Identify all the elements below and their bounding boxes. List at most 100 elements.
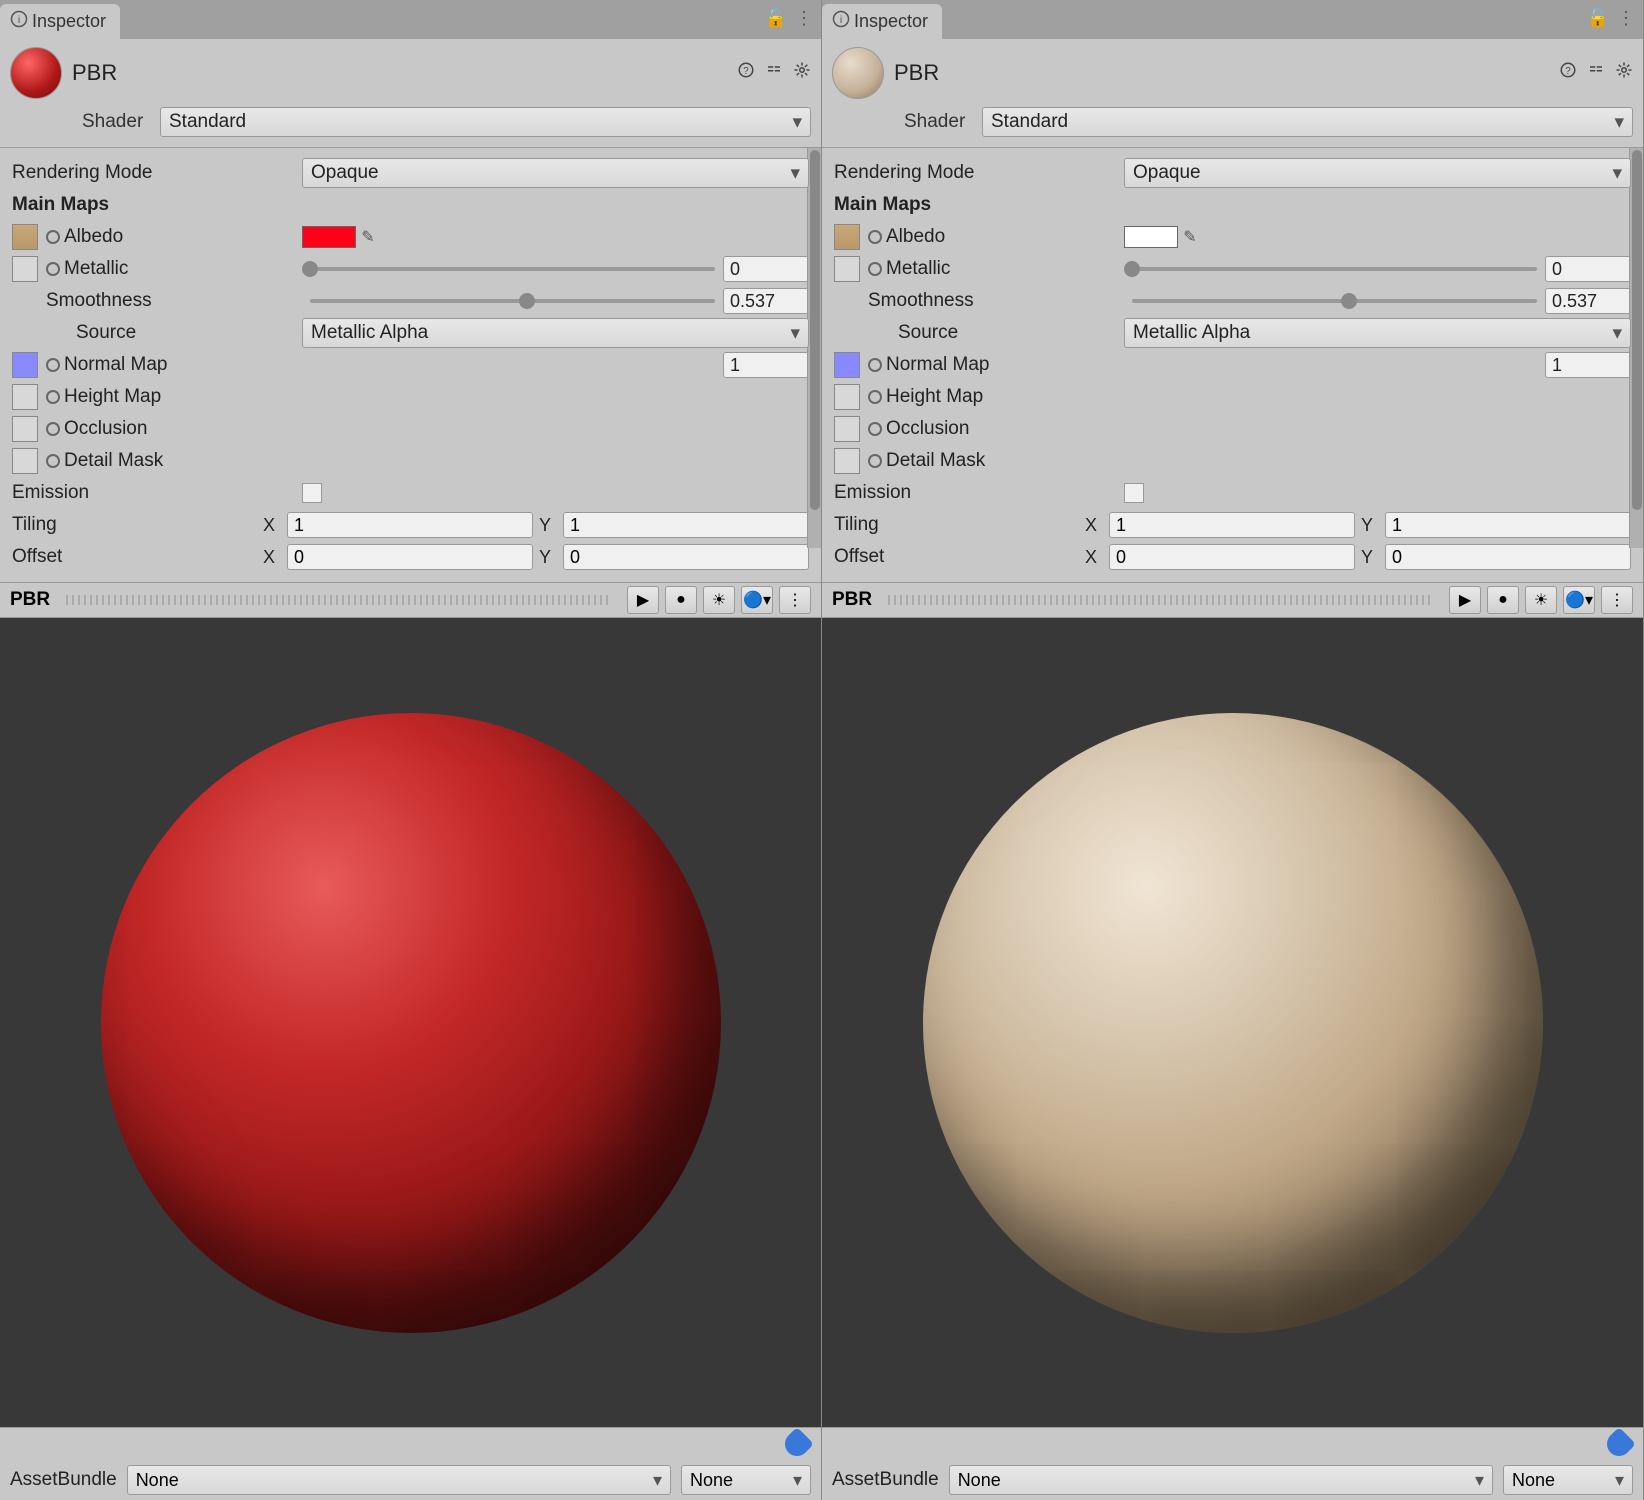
texture-picker-icon[interactable]	[46, 262, 60, 276]
height-texture-slot[interactable]	[12, 384, 38, 410]
detail-mask-texture-slot[interactable]	[12, 448, 38, 474]
texture-picker-icon[interactable]	[868, 454, 882, 468]
detail-mask-texture-slot[interactable]	[834, 448, 860, 474]
gear-icon[interactable]	[793, 61, 811, 85]
material-thumbnail[interactable]	[832, 47, 884, 99]
texture-picker-icon[interactable]	[868, 358, 882, 372]
normal-texture-slot[interactable]	[834, 352, 860, 378]
assetbundle-variant-dropdown[interactable]: None	[1503, 1465, 1633, 1495]
preview-header: PBR ▶ ● ☀ 🔵▾ ⋮	[0, 582, 821, 618]
rendering-mode-dropdown[interactable]: Opaque	[302, 158, 809, 188]
shape-button[interactable]: ●	[665, 586, 697, 614]
texture-picker-icon[interactable]	[46, 358, 60, 372]
texture-picker-icon[interactable]	[868, 422, 882, 436]
smoothness-input[interactable]	[723, 288, 809, 314]
metallic-texture-slot[interactable]	[12, 256, 38, 282]
tiling-x-input[interactable]	[1109, 512, 1355, 538]
preset-icon[interactable]	[1587, 61, 1605, 85]
info-icon: i	[10, 10, 28, 33]
occlusion-texture-slot[interactable]	[12, 416, 38, 442]
help-icon[interactable]: ?	[737, 61, 755, 85]
main-maps-header: Main Maps	[12, 194, 302, 216]
occlusion-texture-slot[interactable]	[834, 416, 860, 442]
metallic-input[interactable]	[1545, 256, 1631, 282]
normal-input[interactable]	[723, 352, 809, 378]
menu-icon[interactable]: ⋮	[795, 8, 813, 29]
metallic-label: Metallic	[64, 258, 128, 280]
play-button[interactable]: ▶	[1449, 586, 1481, 614]
menu-icon[interactable]: ⋮	[1617, 8, 1635, 29]
inspector-tab[interactable]: i Inspector	[822, 4, 942, 39]
texture-picker-icon[interactable]	[46, 230, 60, 244]
shape-button[interactable]: ●	[1487, 586, 1519, 614]
shader-dropdown[interactable]: Standard	[982, 107, 1633, 137]
tiling-y-input[interactable]	[1385, 512, 1631, 538]
texture-picker-icon[interactable]	[868, 262, 882, 276]
albedo-color-swatch[interactable]	[1124, 226, 1178, 248]
height-map-label: Height Map	[64, 386, 161, 408]
eyedropper-icon[interactable]: ✎	[356, 225, 380, 249]
texture-picker-icon[interactable]	[46, 454, 60, 468]
height-texture-slot[interactable]	[834, 384, 860, 410]
eyedropper-icon[interactable]: ✎	[1178, 225, 1202, 249]
normal-input[interactable]	[1545, 352, 1631, 378]
asset-label-icon[interactable]	[1602, 1427, 1636, 1461]
scrollbar[interactable]	[807, 148, 821, 548]
smoothness-input[interactable]	[1545, 288, 1631, 314]
tiling-x-input[interactable]	[287, 512, 533, 538]
y-label: Y	[1361, 547, 1379, 568]
scrollbar[interactable]	[1629, 148, 1643, 548]
source-dropdown[interactable]: Metallic Alpha	[1124, 318, 1631, 348]
preview-menu-button[interactable]: ⋮	[779, 586, 811, 614]
asset-label-icon[interactable]	[780, 1427, 814, 1461]
metallic-texture-slot[interactable]	[834, 256, 860, 282]
preview-menu-button[interactable]: ⋮	[1601, 586, 1633, 614]
normal-texture-slot[interactable]	[12, 352, 38, 378]
albedo-label: Albedo	[64, 226, 123, 248]
lock-icon[interactable]: 🔓	[1587, 8, 1609, 29]
reflection-button[interactable]: 🔵▾	[741, 586, 773, 614]
emission-checkbox[interactable]	[302, 483, 322, 503]
metallic-slider[interactable]	[310, 267, 715, 271]
preset-icon[interactable]	[765, 61, 783, 85]
shader-row: Shader Standard	[822, 103, 1643, 148]
lighting-button[interactable]: ☀	[1525, 586, 1557, 614]
offset-x-input[interactable]	[1109, 544, 1355, 570]
occlusion-label: Occlusion	[64, 418, 147, 440]
gear-icon[interactable]	[1615, 61, 1633, 85]
emission-checkbox[interactable]	[1124, 483, 1144, 503]
lock-icon[interactable]: 🔓	[765, 8, 787, 29]
albedo-texture-slot[interactable]	[12, 224, 38, 250]
material-thumbnail[interactable]	[10, 47, 62, 99]
shader-dropdown[interactable]: Standard	[160, 107, 811, 137]
assetbundle-dropdown[interactable]: None	[127, 1465, 671, 1495]
reflection-button[interactable]: 🔵▾	[1563, 586, 1595, 614]
offset-x-input[interactable]	[287, 544, 533, 570]
smoothness-slider[interactable]	[310, 299, 715, 303]
drag-handle[interactable]	[888, 595, 1433, 605]
smoothness-slider[interactable]	[1132, 299, 1537, 303]
metallic-input[interactable]	[723, 256, 809, 282]
source-dropdown[interactable]: Metallic Alpha	[302, 318, 809, 348]
rendering-mode-dropdown[interactable]: Opaque	[1124, 158, 1631, 188]
drag-handle[interactable]	[66, 595, 611, 605]
material-preview[interactable]	[0, 618, 821, 1427]
assetbundle-variant-dropdown[interactable]: None	[681, 1465, 811, 1495]
play-button[interactable]: ▶	[627, 586, 659, 614]
inspector-tab[interactable]: i Inspector	[0, 4, 120, 39]
texture-picker-icon[interactable]	[868, 230, 882, 244]
lighting-button[interactable]: ☀	[703, 586, 735, 614]
metallic-slider[interactable]	[1132, 267, 1537, 271]
assetbundle-dropdown[interactable]: None	[949, 1465, 1493, 1495]
texture-picker-icon[interactable]	[46, 422, 60, 436]
material-preview[interactable]	[822, 618, 1643, 1427]
offset-y-input[interactable]	[1385, 544, 1631, 570]
offset-y-input[interactable]	[563, 544, 809, 570]
albedo-color-swatch[interactable]	[302, 226, 356, 248]
texture-picker-icon[interactable]	[46, 390, 60, 404]
texture-picker-icon[interactable]	[868, 390, 882, 404]
albedo-texture-slot[interactable]	[834, 224, 860, 250]
tiling-y-input[interactable]	[563, 512, 809, 538]
help-icon[interactable]: ?	[1559, 61, 1577, 85]
svg-text:?: ?	[1565, 66, 1571, 77]
